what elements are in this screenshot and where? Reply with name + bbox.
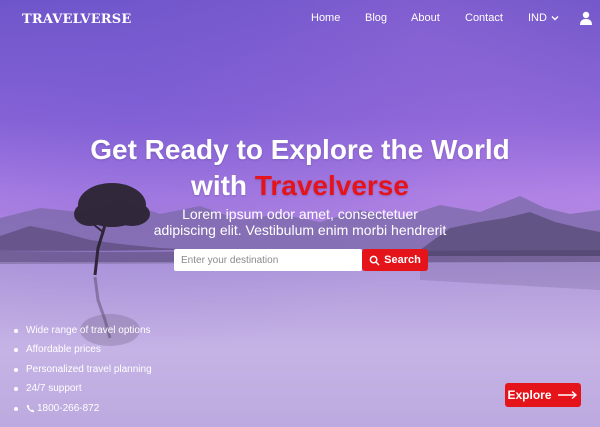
explore-button[interactable]: Explore	[505, 383, 581, 407]
phone-number: 1800-266-872	[37, 402, 100, 414]
search-icon	[369, 255, 380, 266]
feature-item: Personalized travel planning	[14, 360, 254, 380]
bullet-icon	[14, 406, 18, 411]
feature-item-phone: 1800-266-872	[14, 399, 254, 419]
chevron-down-icon	[551, 16, 559, 21]
feature-item: 24/7 support	[14, 380, 254, 400]
hero-title-prefix: with	[191, 170, 255, 201]
hero-title-line2: with Travelverse	[0, 168, 600, 204]
feature-text: Personalized travel planning	[26, 363, 152, 375]
hero-subtitle-line2: adipiscing elit. Vestibulum enim morbi h…	[153, 222, 447, 238]
nav-blog-link[interactable]: Blog	[365, 12, 387, 24]
nav-home-link[interactable]: Home	[311, 12, 340, 24]
hero-title-line1: Get Ready to Explore the World	[90, 134, 510, 165]
bullet-icon	[14, 348, 18, 353]
features-list: Wide range of travel options Affordable …	[14, 321, 254, 419]
bullet-icon	[14, 387, 18, 392]
feature-text: Wide range of travel options	[26, 324, 151, 336]
bullet-icon	[14, 367, 18, 372]
feature-text: Affordable prices	[26, 344, 101, 356]
user-icon[interactable]	[578, 10, 594, 26]
hero-subtitle: Lorem ipsum odor amet, consectetuer adip…	[0, 206, 600, 238]
nav-links: Home Blog About Contact IND	[0, 12, 600, 28]
hero-title-brand: Travelverse	[254, 170, 409, 201]
feature-item: Wide range of travel options	[14, 321, 254, 341]
hero-title: Get Ready to Explore the World with Trav…	[0, 132, 600, 204]
bullet-icon	[14, 328, 18, 333]
top-nav: TRAVELVERSE Home Blog About Contact IND	[0, 0, 600, 38]
currency-label: IND	[528, 12, 547, 24]
hero-subtitle-line1: Lorem ipsum odor amet, consectetuer	[182, 206, 418, 222]
nav-contact-link[interactable]: Contact	[465, 12, 503, 24]
nav-about-link[interactable]: About	[411, 12, 440, 24]
explore-button-label: Explore	[507, 388, 552, 402]
search-bar: Search	[174, 249, 428, 271]
search-button-label: Search	[384, 254, 421, 266]
feature-text: 24/7 support	[26, 383, 82, 395]
destination-search-input[interactable]	[174, 249, 362, 271]
arrow-right-icon	[557, 390, 577, 400]
phone-icon	[26, 404, 35, 413]
search-button[interactable]: Search	[362, 249, 428, 271]
currency-selector[interactable]: IND	[528, 12, 560, 24]
feature-item: Affordable prices	[14, 341, 254, 361]
